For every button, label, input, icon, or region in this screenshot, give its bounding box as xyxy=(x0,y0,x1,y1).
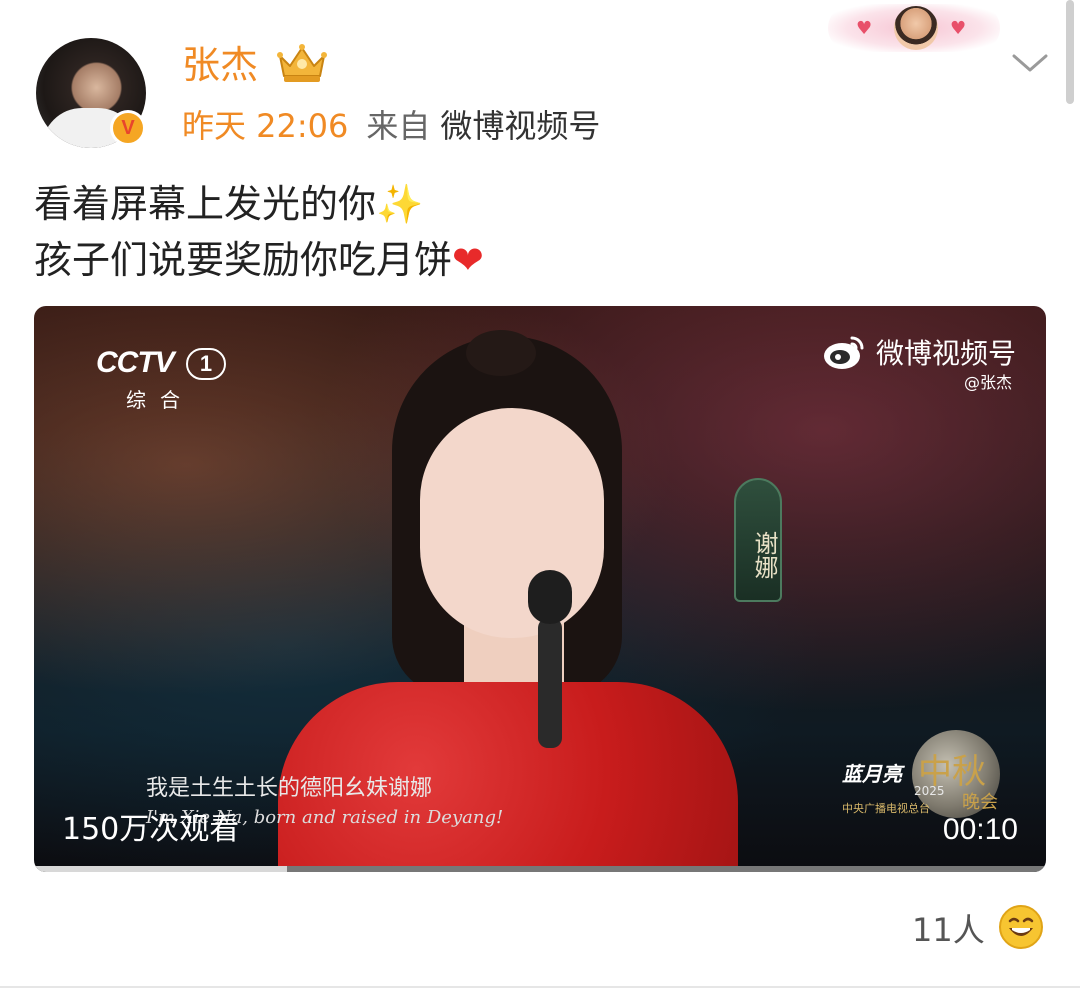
post-text-line-2: 孩子们说要奖励你吃月饼❤ xyxy=(34,232,1034,288)
channel-logo: CCTV 1 综合 xyxy=(96,344,226,412)
verified-badge-icon: V xyxy=(110,110,146,146)
performer-name-tag: 谢娜 xyxy=(734,478,782,602)
watermark-brand: 微博视频号 xyxy=(876,337,1017,370)
show-year: 2025 xyxy=(914,784,945,798)
laughing-emoji-icon[interactable] xyxy=(998,904,1044,950)
show-organizer: 中央广播电视总台 xyxy=(842,802,930,815)
heart-icon: ♥ xyxy=(856,18,873,39)
performer-face xyxy=(420,408,604,638)
post-text-content: 看着屏幕上发光的你 xyxy=(34,182,377,226)
heart-icon: ♥ xyxy=(950,18,967,39)
post-meta: 昨天 22:06 来自 微博视频号 xyxy=(182,104,600,148)
show-sponsor: 蓝月亮 xyxy=(842,762,902,786)
weibo-post-card: ♥ ♥ V 张杰 昨天 22:06 来自 微博视频号 看着屏幕上发光的你✨ 孩子们说… xyxy=(0,0,1080,1008)
scrollbar[interactable] xyxy=(1066,0,1074,104)
source-link[interactable]: 微博视频号 xyxy=(440,107,600,145)
crown-icon[interactable] xyxy=(276,42,328,84)
video-duration: 00:10 xyxy=(942,813,1018,846)
microphone xyxy=(528,570,572,750)
heart-icon: ❤ xyxy=(452,238,484,282)
watermark-handle: @张杰 xyxy=(964,373,1013,392)
fan-badge-decoration[interactable]: ♥ ♥ xyxy=(828,4,1000,52)
sparkles-icon: ✨ xyxy=(376,182,424,226)
chevron-down-icon[interactable] xyxy=(1010,52,1050,76)
subtitle-chinese: 我是土生土长的德阳幺妹谢娜 xyxy=(146,776,433,801)
post-text-content: 孩子们说要奖励你吃月饼 xyxy=(34,238,453,282)
divider xyxy=(0,986,1080,988)
source-prefix: 来自 xyxy=(366,107,431,145)
reaction-count[interactable]: 11人 xyxy=(912,908,985,952)
video-player[interactable]: CCTV 1 综合 微博视频号 @张杰 谢娜 我是土生土长的德阳幺妹谢娜 I'm… xyxy=(34,306,1046,872)
weibo-logo-icon xyxy=(824,336,864,369)
progress-bar-fill xyxy=(34,866,287,872)
performer-hair-bun xyxy=(466,330,536,376)
channel-subtitle: 综合 xyxy=(126,388,194,412)
post-time: 昨天 22:06 xyxy=(182,107,349,145)
badge-avatar xyxy=(894,6,938,50)
channel-number: 1 xyxy=(186,348,226,380)
post-body: 看着屏幕上发光的你✨ 孩子们说要奖励你吃月饼❤ xyxy=(34,176,1034,288)
view-count: 150万次观看 xyxy=(62,812,240,847)
post-text-line-1: 看着屏幕上发光的你✨ xyxy=(34,176,1034,232)
username[interactable]: 张杰 xyxy=(182,40,258,90)
channel-logo-text: CCTV xyxy=(96,346,175,379)
